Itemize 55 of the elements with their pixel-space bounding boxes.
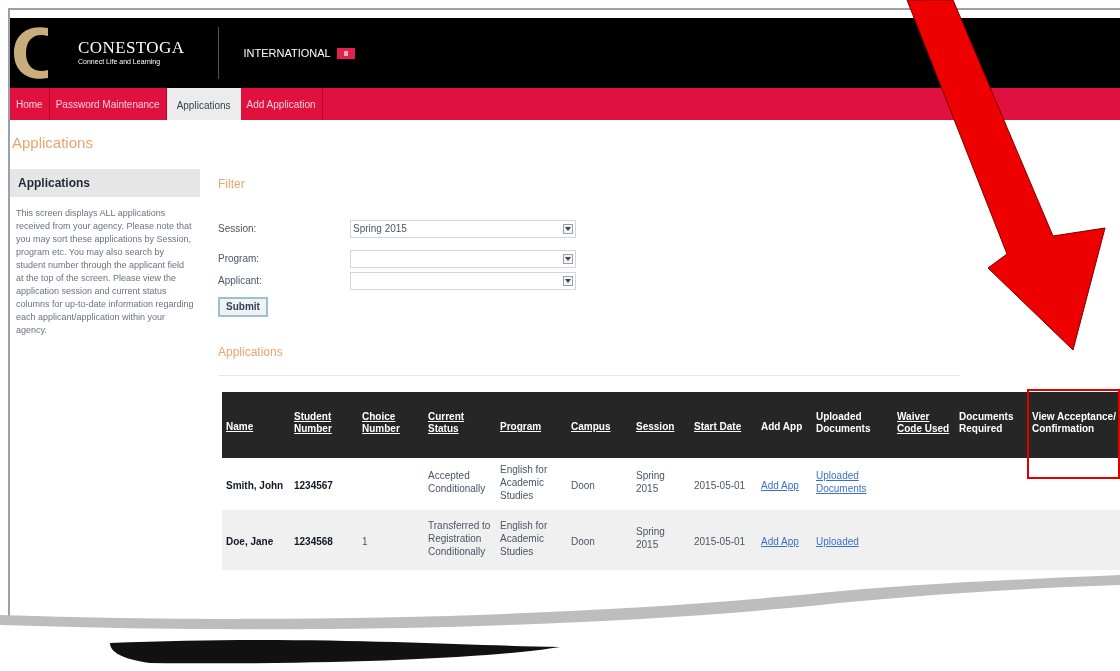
table-cell-text: Accepted Conditionally	[428, 469, 487, 495]
field-label: Program:	[218, 252, 261, 266]
table-cell-text: English for Academic Studies	[500, 518, 549, 558]
sidebar-heading: Applications	[10, 168, 200, 197]
dropdown-arrow-icon	[563, 275, 573, 286]
sidebar-description: This screen displays ALL applications received from your agency. Please note that you may sort these applications by Session, program etc. You may also search by student number through the applicant field at the top of the screen. Please view the application session and current status columns for up-to-date information regarding each applicant/application within your agency.	[15, 206, 195, 337]
column-header: Uploaded Documents	[816, 411, 872, 435]
column-sort-link[interactable]: Campus	[571, 421, 611, 433]
table-cell: Smith, John	[226, 479, 284, 492]
table-cell-text: English for Academic Studies	[500, 462, 549, 502]
table-cell: Transferred to Registration Conditionally	[428, 518, 492, 558]
table-cell: 2015-05-01	[694, 535, 746, 548]
page-title: Applications	[12, 133, 94, 153]
column-sort-link[interactable]: Start Date	[694, 421, 742, 433]
nav-tab[interactable]: Home	[10, 88, 50, 120]
dropdown-arrow-icon	[563, 223, 573, 234]
logo-text: CONESTOGA	[78, 39, 185, 57]
section-title: INTERNATIONAL	[243, 45, 331, 61]
nav-tab[interactable]: Add Application	[240, 88, 323, 120]
table-cell-text: Spring 2015	[636, 525, 666, 551]
column-sort-link[interactable]: Name	[226, 421, 254, 433]
column-sort-link[interactable]: Current Status	[428, 411, 492, 435]
nav-tab[interactable]: Password Maintenance	[49, 88, 167, 120]
dropdown-field[interactable]	[350, 249, 576, 268]
filter-heading: Filter	[218, 175, 246, 193]
flag-icon	[336, 47, 355, 59]
column-sort-link[interactable]: Program	[500, 421, 542, 433]
table-link[interactable]: Add App	[761, 479, 799, 492]
submit-button[interactable]: Submit	[218, 296, 268, 317]
column-sort-link[interactable]: Student Number	[294, 411, 354, 435]
field-label: Applicant:	[218, 274, 263, 288]
table-cell: Doon	[571, 535, 595, 548]
nav-tab[interactable]: Applications	[166, 88, 241, 120]
logo-icon	[14, 24, 50, 82]
column-sort-link[interactable]: Choice Number	[362, 411, 420, 435]
column-header: Add App	[761, 421, 803, 433]
column-sort-link[interactable]: Session	[636, 421, 675, 433]
table-cell: 1234567	[294, 479, 333, 492]
table-cell-text: Spring 2015	[636, 469, 666, 495]
table-cell: Doon	[571, 479, 595, 492]
table-cell: 1	[362, 535, 368, 548]
applications-heading: Applications	[218, 344, 284, 361]
table-link[interactable]: Add App	[761, 535, 799, 548]
table-link[interactable]: Uploaded	[816, 535, 859, 548]
table-cell: 2015-05-01	[694, 479, 746, 492]
dropdown-arrow-icon	[563, 253, 573, 264]
field-label: Session:	[218, 222, 258, 236]
table-cell: 1234568	[294, 535, 333, 548]
dropdown-field[interactable]: Spring 2015	[350, 219, 576, 238]
column-header: Documents Required	[959, 411, 1015, 435]
table-cell: Doe, Jane	[226, 535, 274, 548]
table-link[interactable]: Uploaded Documents	[816, 469, 889, 495]
column-header: View Acceptance/ Confirmation	[1032, 411, 1116, 435]
dropdown-field[interactable]	[350, 271, 576, 290]
column-sort-link[interactable]: Waiver Code Used	[897, 411, 951, 435]
